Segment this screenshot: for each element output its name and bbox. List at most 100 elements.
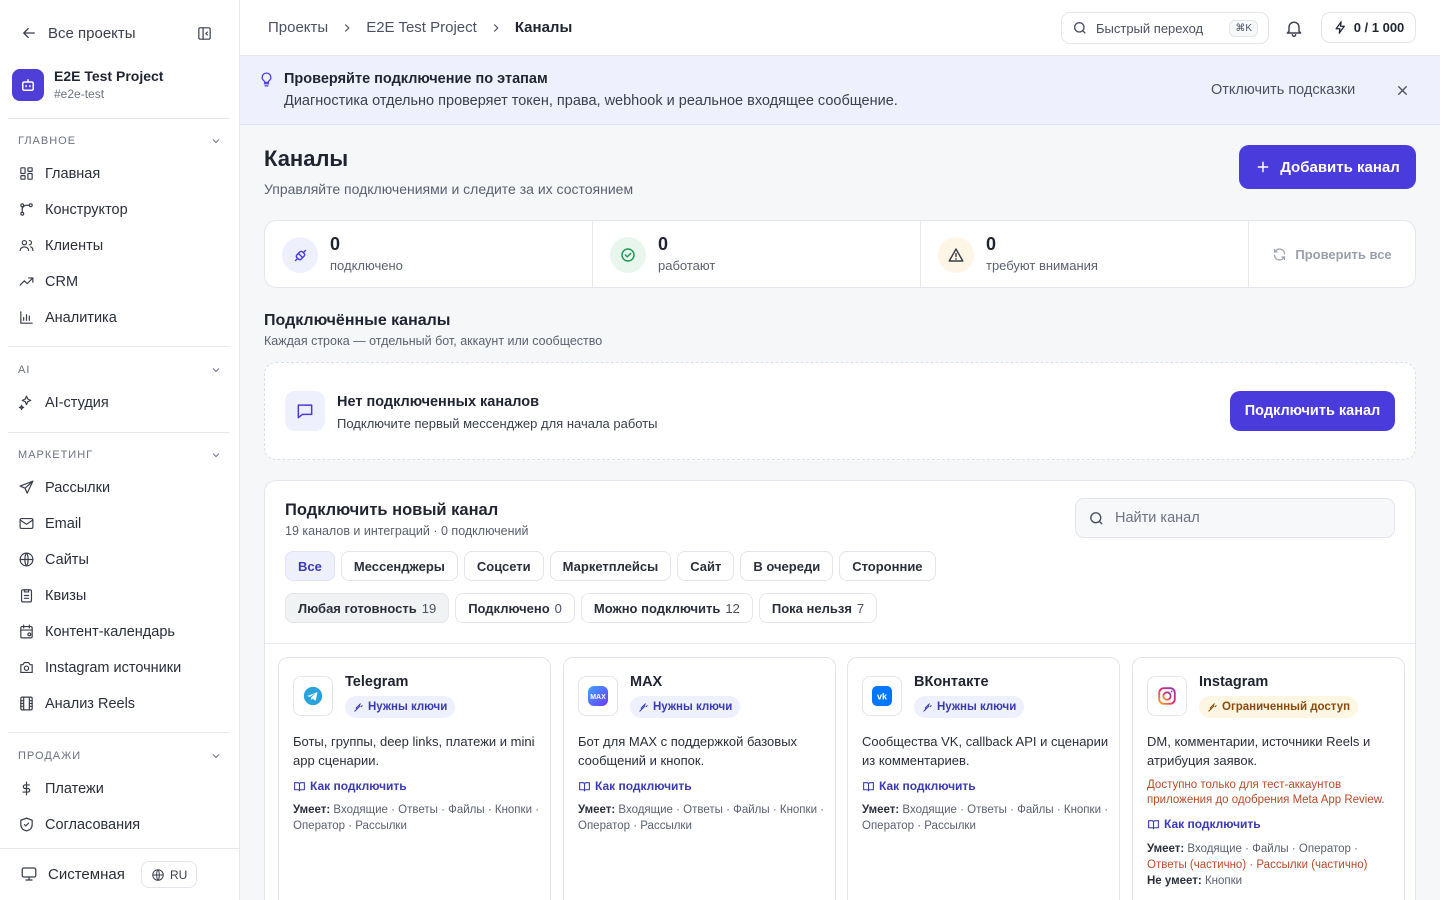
sidebar-item-payments[interactable]: Платежи (18, 780, 104, 797)
divider (8, 346, 230, 347)
notifications-button[interactable] (1284, 18, 1304, 38)
quick-jump-button[interactable]: Быстрый переход ⌘K (1061, 12, 1269, 44)
add-channel-label: Добавить канал (1280, 158, 1400, 176)
filter-all[interactable]: Все (285, 551, 335, 581)
empty-state: Нет подключенных каналов Подключите перв… (264, 362, 1416, 460)
language-switcher[interactable]: RU (141, 861, 198, 888)
sidebar-item-ai-studio[interactable]: AI-студия (18, 394, 109, 411)
sidebar-item-clients[interactable]: Клиенты (18, 237, 103, 254)
caps-list: Входящие · Ответы · Файлы · Кнопки · Опе… (578, 804, 825, 832)
chevron-right-icon (493, 23, 499, 32)
section-sales-toggle[interactable]: ПРОДАЖИ (18, 750, 222, 762)
how-to-connect-link[interactable]: Как подключить (293, 779, 407, 793)
filter-marketplaces[interactable]: Маркетплейсы (549, 551, 672, 581)
add-channel-button[interactable]: Добавить канал (1239, 145, 1416, 189)
section-main-toggle[interactable]: ГЛАВНОЕ (18, 135, 222, 147)
channel-card-vk[interactable]: vk ВКонтакте Нужны ключи Сообщества VK, … (847, 657, 1120, 900)
filter-connected[interactable]: Подключено 0 (455, 593, 575, 623)
channel-card-max[interactable]: MAX MAX Нужны ключи Бот для MAX с поддер… (563, 657, 836, 900)
filter-third-party[interactable]: Сторонние (839, 551, 936, 581)
how-to-connect-label: Как подключить (310, 779, 407, 793)
divider (265, 643, 1415, 644)
sidebar-item-instagram-sources[interactable]: Instagram источники (18, 659, 181, 676)
filter-any-readiness[interactable]: Любая готовность 19 (285, 593, 450, 623)
stat-label: подключено (330, 258, 403, 273)
filter-can-connect[interactable]: Можно подключить 12 (580, 593, 753, 623)
sidebar-item-builder[interactable]: Конструктор (18, 201, 128, 218)
svg-text:vk: vk (877, 692, 888, 702)
divider (8, 732, 230, 733)
sidebar-item-label: Instagram источники (45, 659, 182, 676)
card-description: Бот для MAX с поддержкой базовых сообщен… (578, 734, 798, 768)
sidebar-item-analytics[interactable]: Аналитика (18, 309, 117, 326)
instagram-icon (1147, 676, 1187, 716)
filter-not-yet[interactable]: Пока нельзя 7 (758, 593, 878, 623)
camera-icon (20, 661, 33, 674)
back-to-projects-link[interactable]: Все проекты (20, 24, 136, 42)
users-icon (19, 239, 34, 252)
globe-icon (19, 552, 34, 567)
usage-limit-value: 0 / 1 000 (1353, 20, 1405, 35)
divider (8, 432, 230, 433)
book-icon (863, 781, 874, 791)
project-switcher[interactable]: E2E Test Project #e2e-test (12, 68, 163, 101)
dollar-icon (22, 781, 31, 796)
bell-icon (1286, 21, 1302, 37)
sidebar-item-label: Главная (45, 165, 101, 182)
filter-messengers[interactable]: Мессенджеры (340, 551, 458, 581)
sidebar-item-mailings[interactable]: Рассылки (18, 479, 110, 496)
how-to-connect-link[interactable]: Как подключить (862, 779, 976, 793)
check-all-button[interactable]: Проверить все (1249, 221, 1415, 287)
breadcrumb-projects[interactable]: Проекты (268, 19, 328, 36)
empty-text: Подключите первый мессенджер для начала … (337, 416, 658, 431)
how-to-connect-link[interactable]: Как подключить (1147, 817, 1261, 831)
sidebar-item-home[interactable]: Главная (18, 165, 100, 182)
sidebar: Все проекты E2E Test Project #e2e-test Г… (0, 0, 240, 900)
filter-social[interactable]: Соцсети (463, 551, 544, 581)
sidebar-item-content-calendar[interactable]: Контент-календарь (18, 623, 175, 640)
sidebar-item-approvals[interactable]: Согласования (18, 816, 140, 833)
access-warning: Доступно только для тест-аккаунтов прило… (1147, 779, 1385, 806)
filter-queued[interactable]: В очереди (740, 551, 834, 581)
sidebar-item-reels-analysis[interactable]: Анализ Reels (18, 695, 135, 712)
sidebar-item-label: AI-студия (45, 394, 109, 411)
sidebar-item-label: Квизы (45, 587, 87, 604)
collapse-sidebar-button[interactable] (196, 25, 213, 42)
how-to-connect-link[interactable]: Как подключить (578, 779, 692, 793)
sidebar-item-label: Анализ Reels (45, 695, 136, 712)
chevron-down-icon (212, 368, 220, 373)
channel-catalog: Подключить новый канал 19 каналов и инте… (264, 480, 1416, 900)
status-badge: Нужны ключи (345, 696, 456, 718)
section-ai-toggle[interactable]: AI (18, 364, 222, 376)
caps-partial-list: Ответы (частично) · Рассылки (частично) (1147, 859, 1368, 871)
back-label: Все проекты (48, 24, 136, 42)
breadcrumb: Проекты E2E Test Project Каналы (268, 19, 572, 36)
section-marketing-toggle[interactable]: МАРКЕТИНГ (18, 449, 222, 461)
catalog-title: Подключить новый канал (285, 501, 499, 519)
card-name: Instagram (1199, 674, 1269, 690)
cannot-list: Кнопки (1204, 875, 1243, 887)
channel-card-instagram[interactable]: Instagram Ограниченный доступ DM, коммен… (1132, 657, 1405, 900)
sidebar-item-quizzes[interactable]: Квизы (18, 587, 86, 604)
breadcrumb-project[interactable]: E2E Test Project (366, 19, 477, 36)
badge-label: Нужны ключи (653, 701, 733, 713)
film-icon (20, 696, 33, 711)
filter-site[interactable]: Сайт (677, 551, 735, 581)
caps-label: Умеет: (862, 804, 900, 816)
sidebar-item-sites[interactable]: Сайты (18, 551, 89, 568)
chip-label: Пока нельзя (771, 600, 852, 616)
sidebar-item-crm[interactable]: CRM (18, 273, 78, 290)
globe-icon (152, 868, 164, 881)
usage-limit-button[interactable]: 0 / 1 000 (1321, 12, 1416, 43)
telegram-icon (293, 676, 333, 716)
theme-switcher[interactable]: Системная (20, 865, 125, 883)
close-hint-button[interactable] (1395, 83, 1410, 98)
status-badge: Нужны ключи (914, 696, 1025, 718)
channel-search-input[interactable]: Найти канал (1075, 498, 1395, 538)
connect-channel-button[interactable]: Подключить канал (1230, 391, 1395, 431)
dashboard-icon (20, 167, 33, 180)
disable-hints-button[interactable]: Отключить подсказки (1211, 82, 1355, 98)
channel-card-telegram[interactable]: Telegram Нужны ключи Боты, группы, deep … (278, 657, 551, 900)
section-title: ГЛАВНОЕ (18, 135, 77, 147)
sidebar-item-email[interactable]: Email (18, 515, 81, 532)
